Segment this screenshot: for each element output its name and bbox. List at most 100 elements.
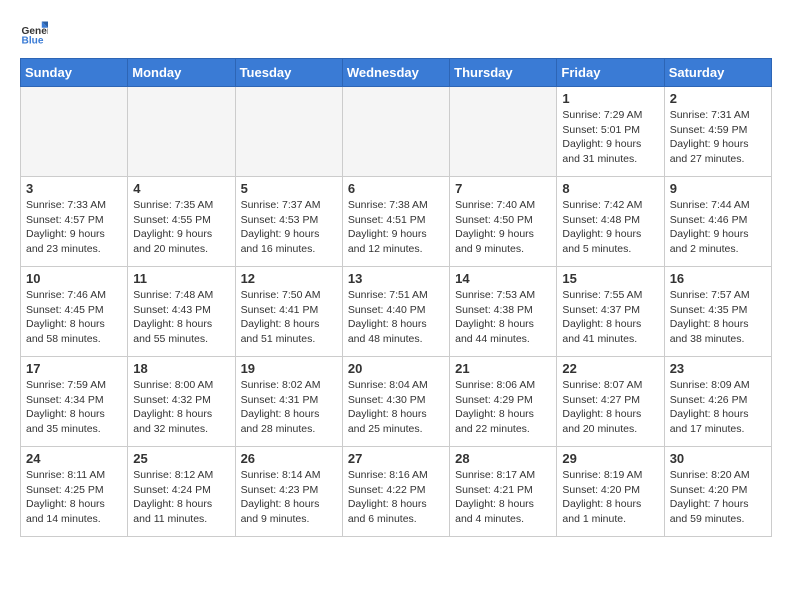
day-number: 7 [455,181,551,196]
calendar-cell: 27 Sunrise: 8:16 AM Sunset: 4:22 PM Dayli… [342,447,449,537]
day-info: Sunrise: 8:06 AM Sunset: 4:29 PM Dayligh… [455,378,551,437]
day-number: 12 [241,271,337,286]
calendar-table: SundayMondayTuesdayWednesdayThursdayFrid… [20,58,772,537]
calendar-cell: 3 Sunrise: 7:33 AM Sunset: 4:57 PM Daylig… [21,177,128,267]
day-number: 22 [562,361,658,376]
day-number: 29 [562,451,658,466]
calendar-cell: 15Sunrise: 7:55 AM Sunset: 4:37 PM Dayli… [557,267,664,357]
weekday-friday: Friday [557,59,664,87]
calendar-cell: 16Sunrise: 7:57 AM Sunset: 4:35 PM Dayli… [664,267,771,357]
day-info: Sunrise: 8:00 AM Sunset: 4:32 PM Dayligh… [133,378,229,437]
weekday-header-row: SundayMondayTuesdayWednesdayThursdayFrid… [21,59,772,87]
day-number: 24 [26,451,122,466]
day-info: Sunrise: 7:57 AM Sunset: 4:35 PM Dayligh… [670,288,766,347]
calendar-cell [128,87,235,177]
calendar-cell [235,87,342,177]
calendar-cell: 9 Sunrise: 7:44 AM Sunset: 4:46 PM Daylig… [664,177,771,267]
page-header: General Blue [20,20,772,48]
day-info: Sunrise: 8:17 AM Sunset: 4:21 PM Dayligh… [455,468,551,527]
day-number: 1 [562,91,658,106]
weekday-tuesday: Tuesday [235,59,342,87]
day-number: 5 [241,181,337,196]
day-number: 9 [670,181,766,196]
weekday-saturday: Saturday [664,59,771,87]
day-number: 17 [26,361,122,376]
day-number: 19 [241,361,337,376]
day-info: Sunrise: 7:50 AM Sunset: 4:41 PM Dayligh… [241,288,337,347]
calendar-cell: 26 Sunrise: 8:14 AM Sunset: 4:23 PM Dayli… [235,447,342,537]
calendar-cell [450,87,557,177]
calendar-cell: 17 Sunrise: 7:59 AM Sunset: 4:34 PM Dayli… [21,357,128,447]
day-number: 25 [133,451,229,466]
calendar-cell: 18 Sunrise: 8:00 AM Sunset: 4:32 PM Dayli… [128,357,235,447]
calendar-cell: 11Sunrise: 7:48 AM Sunset: 4:43 PM Dayli… [128,267,235,357]
weekday-sunday: Sunday [21,59,128,87]
day-info: Sunrise: 8:11 AM Sunset: 4:25 PM Dayligh… [26,468,122,527]
day-info: Sunrise: 8:07 AM Sunset: 4:27 PM Dayligh… [562,378,658,437]
calendar-cell [342,87,449,177]
calendar-cell: 12 Sunrise: 7:50 AM Sunset: 4:41 PM Dayli… [235,267,342,357]
day-info: Sunrise: 7:33 AM Sunset: 4:57 PM Dayligh… [26,198,122,257]
day-info: Sunrise: 8:14 AM Sunset: 4:23 PM Dayligh… [241,468,337,527]
calendar-cell: 2 Sunrise: 7:31 AM Sunset: 4:59 PM Daylig… [664,87,771,177]
calendar-cell: 28 Sunrise: 8:17 AM Sunset: 4:21 PM Dayli… [450,447,557,537]
calendar-cell: 24 Sunrise: 8:11 AM Sunset: 4:25 PM Dayli… [21,447,128,537]
day-info: Sunrise: 8:12 AM Sunset: 4:24 PM Dayligh… [133,468,229,527]
day-number: 28 [455,451,551,466]
day-number: 2 [670,91,766,106]
day-info: Sunrise: 7:51 AM Sunset: 4:40 PM Dayligh… [348,288,444,347]
calendar-week-4: 24 Sunrise: 8:11 AM Sunset: 4:25 PM Dayli… [21,447,772,537]
calendar-cell: 30Sunrise: 8:20 AM Sunset: 4:20 PM Dayli… [664,447,771,537]
day-info: Sunrise: 7:31 AM Sunset: 4:59 PM Dayligh… [670,108,766,167]
calendar-week-0: 1Sunrise: 7:29 AM Sunset: 5:01 PM Daylig… [21,87,772,177]
calendar-cell: 13 Sunrise: 7:51 AM Sunset: 4:40 PM Dayli… [342,267,449,357]
calendar-cell: 6 Sunrise: 7:38 AM Sunset: 4:51 PM Daylig… [342,177,449,267]
day-number: 26 [241,451,337,466]
day-info: Sunrise: 7:46 AM Sunset: 4:45 PM Dayligh… [26,288,122,347]
logo-icon: General Blue [20,20,48,48]
calendar-cell: 14 Sunrise: 7:53 AM Sunset: 4:38 PM Dayli… [450,267,557,357]
day-number: 20 [348,361,444,376]
day-info: Sunrise: 7:38 AM Sunset: 4:51 PM Dayligh… [348,198,444,257]
day-info: Sunrise: 7:35 AM Sunset: 4:55 PM Dayligh… [133,198,229,257]
day-info: Sunrise: 8:04 AM Sunset: 4:30 PM Dayligh… [348,378,444,437]
calendar-week-1: 3 Sunrise: 7:33 AM Sunset: 4:57 PM Daylig… [21,177,772,267]
day-info: Sunrise: 7:53 AM Sunset: 4:38 PM Dayligh… [455,288,551,347]
calendar-cell: 19 Sunrise: 8:02 AM Sunset: 4:31 PM Dayli… [235,357,342,447]
calendar-cell: 7Sunrise: 7:40 AM Sunset: 4:50 PM Daylig… [450,177,557,267]
day-info: Sunrise: 7:37 AM Sunset: 4:53 PM Dayligh… [241,198,337,257]
day-info: Sunrise: 7:44 AM Sunset: 4:46 PM Dayligh… [670,198,766,257]
day-info: Sunrise: 8:16 AM Sunset: 4:22 PM Dayligh… [348,468,444,527]
day-number: 8 [562,181,658,196]
calendar-cell: 10 Sunrise: 7:46 AM Sunset: 4:45 PM Dayli… [21,267,128,357]
calendar-week-2: 10 Sunrise: 7:46 AM Sunset: 4:45 PM Dayli… [21,267,772,357]
day-number: 18 [133,361,229,376]
svg-text:Blue: Blue [22,35,44,46]
calendar-cell [21,87,128,177]
calendar-cell: 4 Sunrise: 7:35 AM Sunset: 4:55 PM Daylig… [128,177,235,267]
logo: General Blue [20,20,52,48]
day-info: Sunrise: 7:55 AM Sunset: 4:37 PM Dayligh… [562,288,658,347]
day-number: 23 [670,361,766,376]
day-number: 3 [26,181,122,196]
calendar-cell: 29Sunrise: 8:19 AM Sunset: 4:20 PM Dayli… [557,447,664,537]
weekday-wednesday: Wednesday [342,59,449,87]
calendar-cell: 21 Sunrise: 8:06 AM Sunset: 4:29 PM Dayli… [450,357,557,447]
day-info: Sunrise: 8:09 AM Sunset: 4:26 PM Dayligh… [670,378,766,437]
day-info: Sunrise: 7:59 AM Sunset: 4:34 PM Dayligh… [26,378,122,437]
day-number: 13 [348,271,444,286]
day-number: 14 [455,271,551,286]
calendar-cell: 5 Sunrise: 7:37 AM Sunset: 4:53 PM Daylig… [235,177,342,267]
weekday-thursday: Thursday [450,59,557,87]
day-number: 10 [26,271,122,286]
calendar-cell: 23 Sunrise: 8:09 AM Sunset: 4:26 PM Dayli… [664,357,771,447]
day-number: 27 [348,451,444,466]
day-number: 21 [455,361,551,376]
calendar-week-3: 17 Sunrise: 7:59 AM Sunset: 4:34 PM Dayli… [21,357,772,447]
day-info: Sunrise: 8:02 AM Sunset: 4:31 PM Dayligh… [241,378,337,437]
day-number: 4 [133,181,229,196]
calendar-cell: 25 Sunrise: 8:12 AM Sunset: 4:24 PM Dayli… [128,447,235,537]
day-number: 6 [348,181,444,196]
calendar-cell: 22 Sunrise: 8:07 AM Sunset: 4:27 PM Dayli… [557,357,664,447]
weekday-monday: Monday [128,59,235,87]
